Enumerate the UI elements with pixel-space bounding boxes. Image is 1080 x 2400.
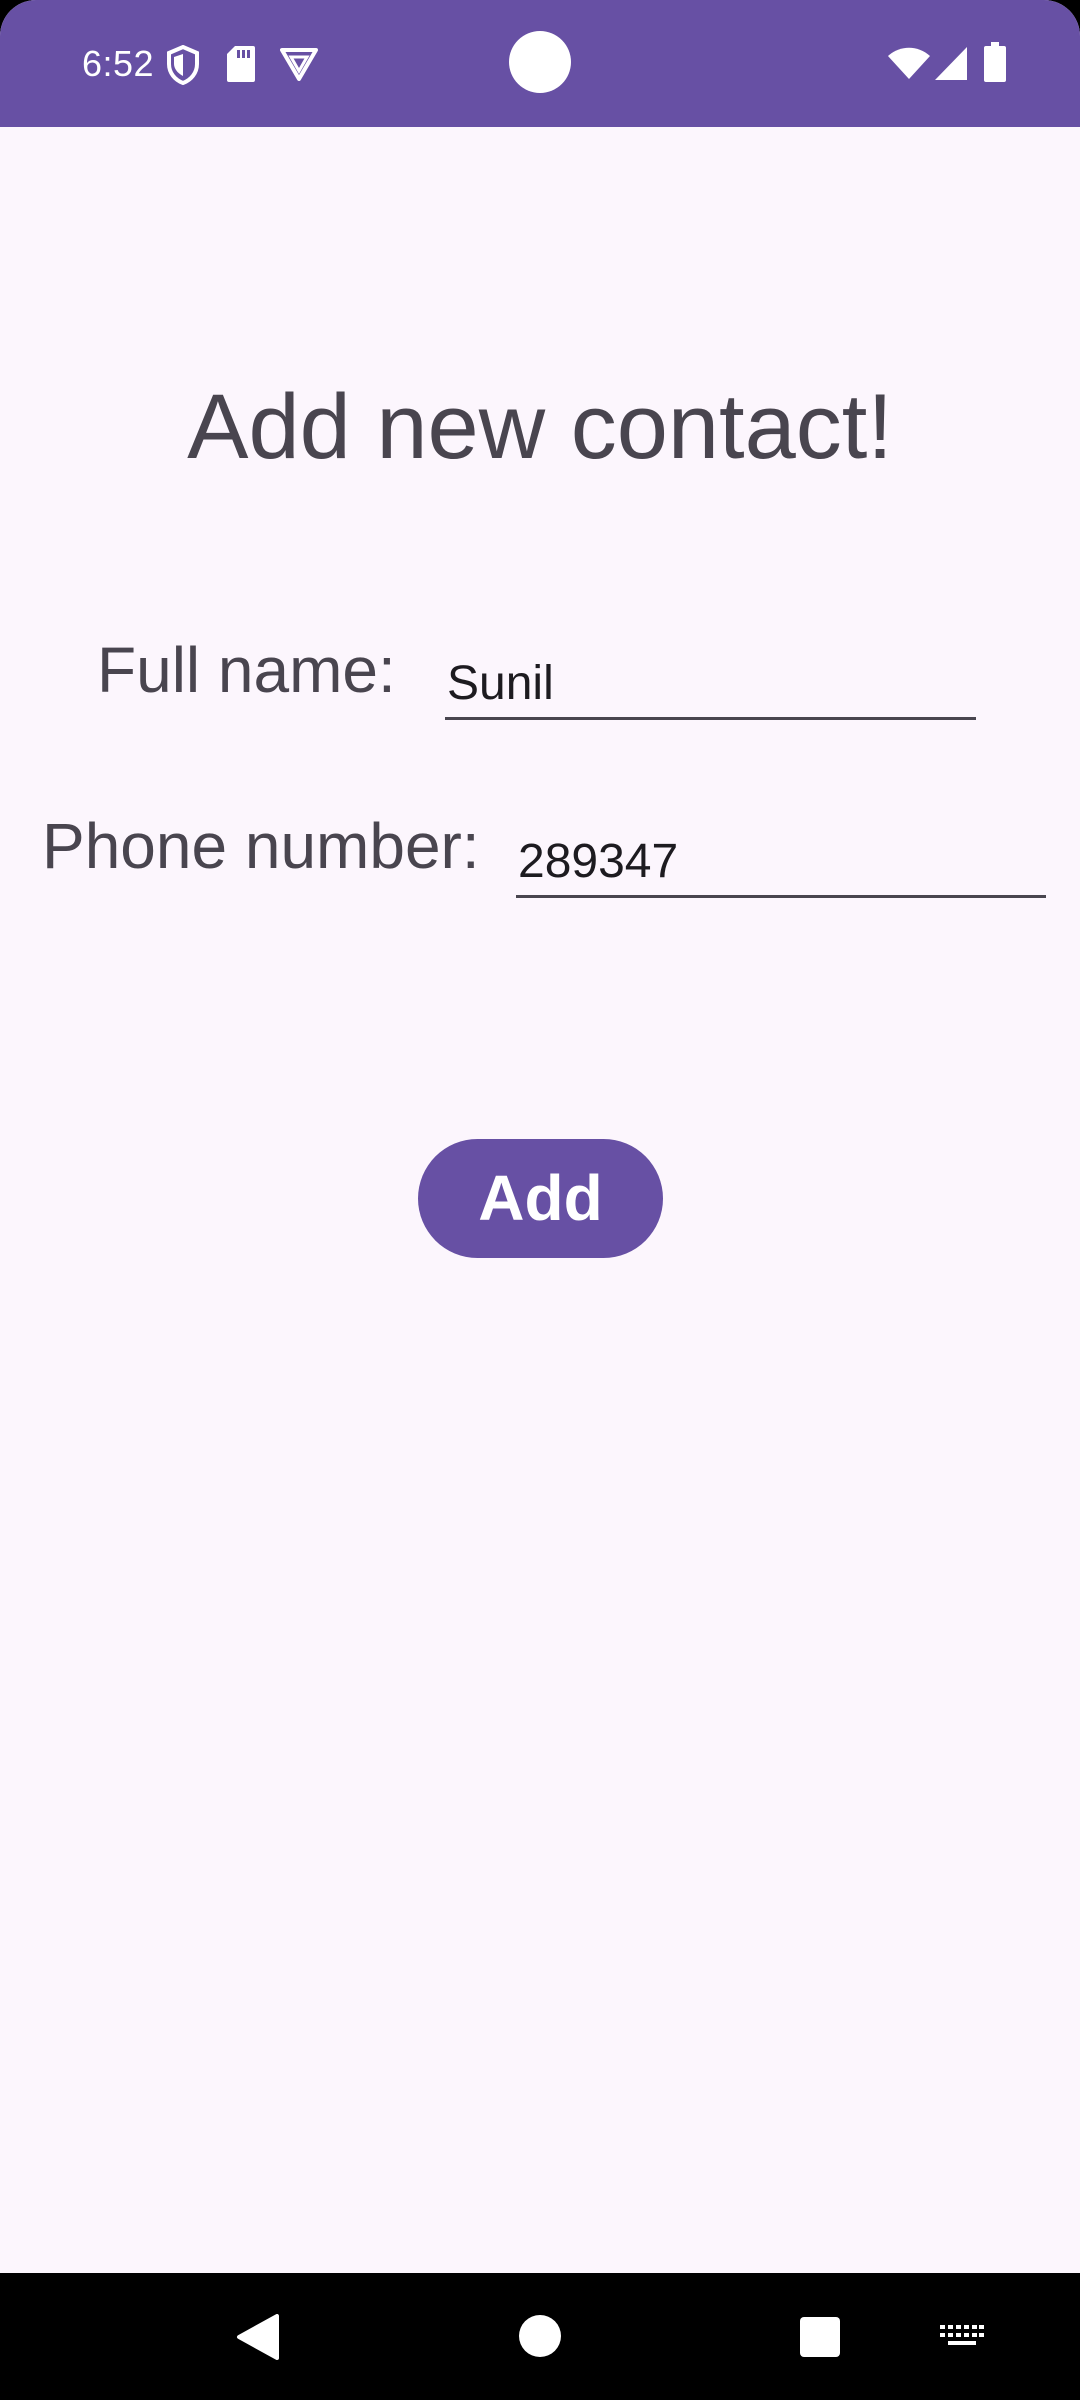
phone-number-label: Phone number:	[42, 810, 480, 882]
front-camera	[509, 31, 571, 93]
sd-card-icon	[227, 46, 255, 82]
cell-signal-icon	[935, 47, 967, 80]
full-name-label: Full name:	[97, 634, 396, 706]
navigation-bar	[0, 2273, 1080, 2400]
full-name-input[interactable]	[445, 650, 976, 720]
keyboard-icon[interactable]	[940, 2325, 984, 2349]
home-icon[interactable]	[518, 2314, 562, 2358]
page-title: Add new contact!	[187, 376, 893, 478]
recents-icon[interactable]	[800, 2317, 840, 2357]
back-icon[interactable]	[235, 2314, 279, 2360]
shield-icon	[167, 45, 199, 85]
vpn-icon	[280, 48, 318, 81]
add-button[interactable]: Add	[418, 1139, 663, 1258]
wifi-icon	[888, 47, 930, 79]
status-time: 6:52	[82, 43, 155, 84]
status-bar: 6:52	[0, 0, 1080, 127]
phone-number-input[interactable]	[516, 828, 1046, 898]
app-screen: 6:52 Add new contact! Full name: Sunil P…	[0, 0, 1080, 2400]
battery-icon	[984, 42, 1006, 82]
